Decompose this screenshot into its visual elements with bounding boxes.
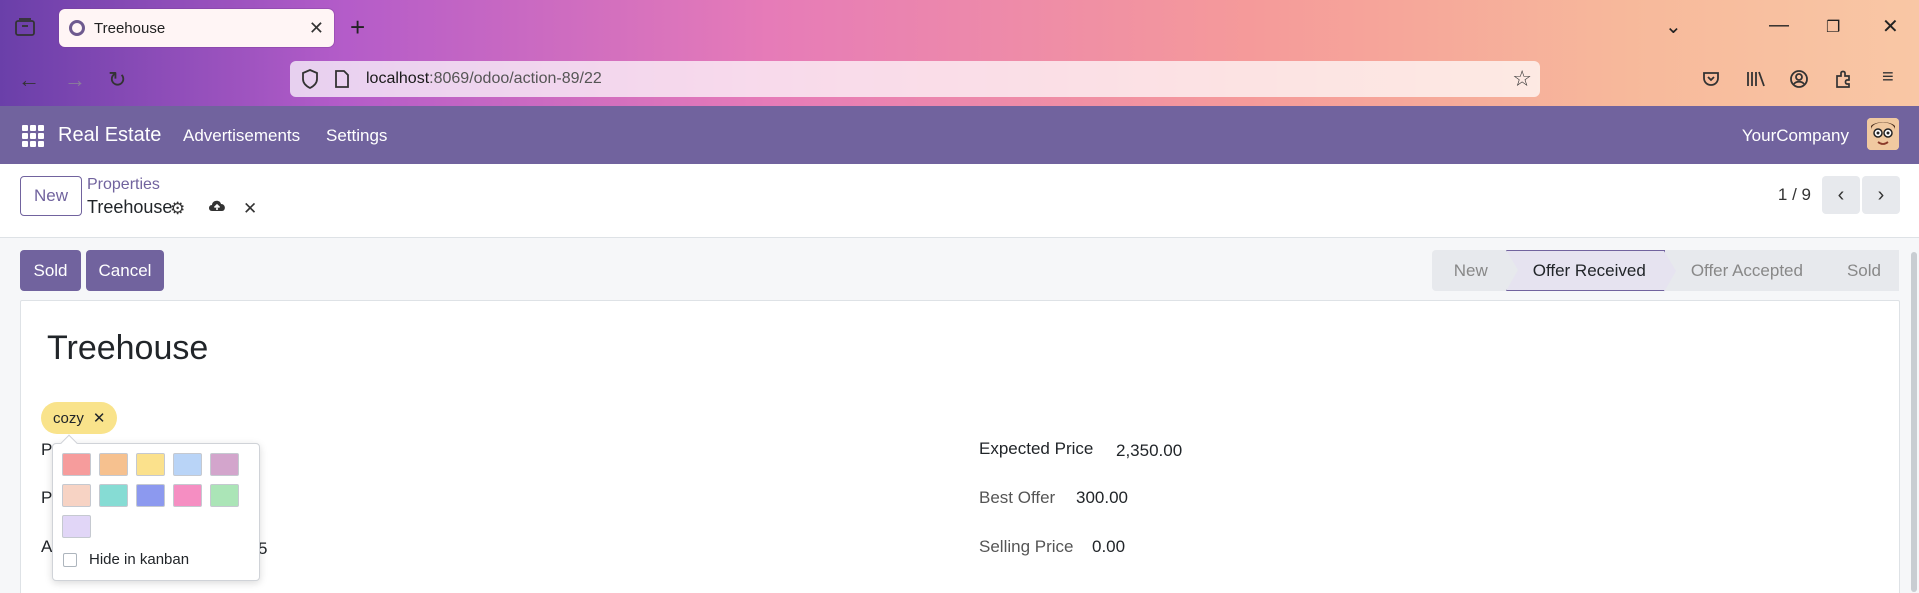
- color-swatch[interactable]: [210, 484, 239, 507]
- pager-previous-button[interactable]: ‹: [1822, 176, 1860, 214]
- tab-bar: Treehouse ✕ + ⌄ — ❐ ✕: [0, 0, 1919, 54]
- field-label-partial-3: A: [41, 537, 53, 556]
- expected-price-value[interactable]: 2,350.00: [1116, 441, 1182, 461]
- menu-settings[interactable]: Settings: [326, 126, 387, 146]
- close-tab-icon[interactable]: ✕: [309, 18, 324, 39]
- menu-advertisements[interactable]: Advertisements: [183, 126, 300, 146]
- best-offer-label: Best Offer: [979, 488, 1056, 507]
- tab-list-icon[interactable]: [12, 16, 38, 38]
- color-swatch[interactable]: [173, 484, 202, 507]
- menu-icon[interactable]: ≡: [1882, 66, 1894, 89]
- gear-icon[interactable]: ⚙: [170, 199, 185, 219]
- breadcrumb-parent[interactable]: Properties: [87, 176, 160, 194]
- tag-color-popover: Hide in kanban: [52, 434, 260, 581]
- field-label-partial-2: P: [41, 488, 53, 507]
- forward-icon[interactable]: →: [64, 67, 86, 93]
- odoo-navbar: Real Estate Advertisements Settings Your…: [0, 106, 1919, 164]
- selling-price-value: 0.00: [1092, 537, 1126, 556]
- back-icon[interactable]: ←: [18, 67, 40, 93]
- restore-icon[interactable]: ❐: [1826, 17, 1840, 37]
- color-swatch[interactable]: [136, 484, 165, 507]
- stage-pipeline: New Offer Received Offer Accepted Sold: [1431, 250, 1899, 292]
- property-title[interactable]: Treehouse: [47, 329, 208, 368]
- apps-menu-icon[interactable]: [22, 125, 44, 147]
- toolbar: ← → ↻ localhost:8069/odoo/action-89/22 ☆…: [0, 54, 1919, 106]
- hide-in-kanban-label: Hide in kanban: [89, 551, 190, 568]
- browser-chrome: Treehouse ✕ + ⌄ — ❐ ✕ ← → ↻ localhost:80…: [0, 0, 1919, 106]
- stage-new[interactable]: New: [1431, 250, 1518, 291]
- page-scrollbar[interactable]: [1911, 252, 1917, 592]
- cancel-button[interactable]: Cancel: [86, 250, 164, 291]
- url-text: localhost:8069/odoo/action-89/22: [366, 70, 602, 87]
- breadcrumb-current: Treehouse: [87, 197, 173, 217]
- shield-icon[interactable]: [300, 68, 320, 95]
- page-info-icon[interactable]: [334, 69, 350, 94]
- hide-in-kanban-checkbox[interactable]: [63, 552, 77, 567]
- remove-tag-icon[interactable]: ✕: [93, 409, 106, 427]
- tag-label: cozy: [53, 409, 84, 427]
- browser-tab[interactable]: Treehouse ✕: [59, 9, 334, 47]
- account-icon[interactable]: [1789, 69, 1809, 95]
- control-panel: New Properties Treehouse ⚙ ✕ 1 / 9 ‹ ›: [0, 164, 1919, 238]
- odoo-favicon-icon: [69, 20, 85, 36]
- color-swatch[interactable]: [62, 453, 91, 476]
- extensions-icon[interactable]: [1833, 69, 1853, 95]
- library-icon[interactable]: [1745, 69, 1767, 95]
- bookmark-star-icon[interactable]: ☆: [1512, 66, 1532, 92]
- expected-price-label: Expected Price: [979, 439, 1094, 458]
- field-label-partial-1: P: [41, 440, 53, 459]
- pager-next-button[interactable]: ›: [1862, 176, 1900, 214]
- color-swatch[interactable]: [62, 515, 91, 538]
- company-switcher[interactable]: YourCompany: [1742, 126, 1849, 146]
- save-cloud-icon[interactable]: [207, 197, 227, 220]
- sold-button[interactable]: Sold: [20, 250, 81, 291]
- reload-icon[interactable]: ↻: [108, 67, 126, 93]
- stage-offer-accepted[interactable]: Offer Accepted: [1664, 250, 1833, 291]
- color-swatch[interactable]: [99, 484, 128, 507]
- color-swatch[interactable]: [99, 453, 128, 476]
- new-tab-icon[interactable]: +: [350, 12, 365, 43]
- close-window-icon[interactable]: ✕: [1882, 14, 1899, 39]
- pager-value[interactable]: 1 / 9: [1778, 185, 1811, 205]
- color-swatch[interactable]: [136, 453, 165, 476]
- tag-badge[interactable]: cozy ✕: [41, 402, 118, 434]
- list-all-tabs-icon[interactable]: ⌄: [1665, 14, 1682, 39]
- color-swatch[interactable]: [62, 484, 91, 507]
- color-swatches: [62, 453, 239, 538]
- color-swatch[interactable]: [210, 453, 239, 476]
- selling-price-label: Selling Price: [979, 537, 1074, 556]
- hide-in-kanban-option[interactable]: Hide in kanban: [63, 551, 189, 568]
- url-bar[interactable]: localhost:8069/odoo/action-89/22 ☆: [290, 61, 1540, 97]
- form-sheet: Treehouse cozy ✕ P P A 5 Expected Price …: [20, 300, 1900, 593]
- tab-title: Treehouse: [94, 19, 166, 37]
- stage-offer-received[interactable]: Offer Received: [1505, 250, 1676, 292]
- status-bar: Sold Cancel New Offer Received Offer Acc…: [0, 238, 1919, 298]
- discard-icon[interactable]: ✕: [243, 199, 257, 219]
- user-avatar[interactable]: [1867, 118, 1899, 150]
- best-offer-value: 300.00: [1076, 488, 1128, 507]
- new-record-button[interactable]: New: [20, 176, 82, 216]
- app-name[interactable]: Real Estate: [58, 124, 161, 147]
- pocket-icon[interactable]: [1701, 69, 1721, 95]
- minimize-icon[interactable]: —: [1769, 14, 1789, 37]
- color-swatch[interactable]: [173, 453, 202, 476]
